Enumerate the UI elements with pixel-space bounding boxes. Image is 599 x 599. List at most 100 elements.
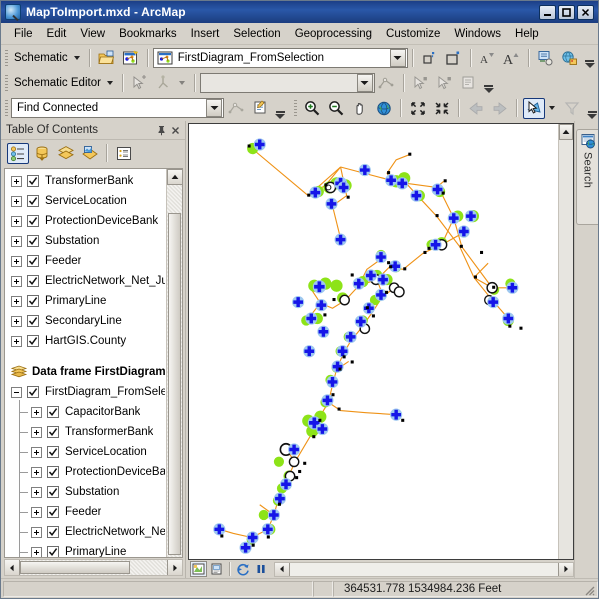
close-icon[interactable] xyxy=(168,123,182,137)
layer-visibility-checkbox[interactable] xyxy=(27,335,39,347)
go-forward-extent-icon[interactable] xyxy=(489,98,511,119)
schematic-diagram-canvas[interactable] xyxy=(189,124,573,559)
expand-icon[interactable] xyxy=(31,526,42,538)
toc-vertical-scrollbar[interactable] xyxy=(166,169,182,557)
toc-sublayer-primaryline[interactable]: PrimaryLine xyxy=(5,542,165,557)
layer-visibility-checkbox[interactable] xyxy=(27,215,39,227)
trace-solve-icon[interactable] xyxy=(225,98,247,119)
menu-item-edit[interactable]: Edit xyxy=(40,25,74,43)
toc-scroll-right-button[interactable] xyxy=(167,560,182,575)
schematic-traces-icon[interactable] xyxy=(535,47,557,68)
expand-icon[interactable] xyxy=(11,175,22,187)
toolbar-overflow-button[interactable] xyxy=(586,98,598,119)
layer-visibility-checkbox[interactable] xyxy=(47,466,59,478)
collapse-icon[interactable] xyxy=(11,386,22,398)
toc-sublayer-protectiondevicebank[interactable]: ProtectionDeviceBan xyxy=(5,462,165,482)
decrease-schematic-text-size-icon[interactable]: A xyxy=(477,47,499,68)
layer-visibility-checkbox[interactable] xyxy=(27,295,39,307)
zoom-to-active-diagram-extent-icon[interactable] xyxy=(443,47,465,68)
toc-sublayer-servicelocation[interactable]: ServiceLocation xyxy=(5,442,165,462)
menu-item-customize[interactable]: Customize xyxy=(379,25,447,43)
zoom-in-icon[interactable] xyxy=(301,98,323,119)
toc-layer-feeder[interactable]: Feeder xyxy=(5,251,165,271)
fixed-zoom-in-icon[interactable] xyxy=(407,98,429,119)
expand-icon[interactable] xyxy=(31,486,42,498)
toc-scroll-track[interactable] xyxy=(167,185,182,557)
map-data-frame[interactable] xyxy=(188,123,574,560)
toolbar-overflow-button[interactable] xyxy=(584,47,596,68)
schematic-link-tool-icon[interactable] xyxy=(376,72,398,93)
toc-hscroll-track[interactable] xyxy=(20,560,167,575)
toc-scroll-thumb[interactable] xyxy=(168,213,181,555)
schematic-menu-caret-icon[interactable] xyxy=(73,55,80,60)
data-view-icon[interactable] xyxy=(190,561,207,577)
toc-scroll-up-button[interactable] xyxy=(167,169,182,185)
schematic-select-features-icon[interactable] xyxy=(129,72,151,93)
map-hscroll-track[interactable] xyxy=(290,563,558,576)
pin-icon[interactable] xyxy=(154,123,168,137)
toc-layer-transformerbank[interactable]: TransformerBank xyxy=(5,171,165,191)
toc-scroll-left-button[interactable] xyxy=(5,560,20,575)
toc-layer-hartgis-county[interactable]: HartGIS.County xyxy=(5,331,165,351)
zoom-to-selected-schematic-features-icon[interactable] xyxy=(419,47,441,68)
resize-grip[interactable] xyxy=(582,583,596,597)
layer-visibility-checkbox[interactable] xyxy=(47,526,59,538)
toolbar-grip[interactable] xyxy=(5,74,8,91)
expand-icon[interactable] xyxy=(11,315,22,327)
trace-task-combo-chevron-down-icon[interactable] xyxy=(206,99,222,117)
expand-icon[interactable] xyxy=(11,335,22,347)
pause-drawing-icon[interactable] xyxy=(252,561,269,577)
menu-item-insert[interactable]: Insert xyxy=(184,25,227,43)
increase-schematic-text-size-icon[interactable]: A xyxy=(501,47,523,68)
create-new-schematic-diagram-icon[interactable] xyxy=(120,47,142,68)
expand-icon[interactable] xyxy=(31,466,42,478)
toolbar-grip[interactable] xyxy=(294,100,297,116)
toc-sublayer-feeder[interactable]: Feeder xyxy=(5,502,165,522)
expand-icon[interactable] xyxy=(11,235,22,247)
toc-sublayer-substation[interactable]: Substation xyxy=(5,482,165,502)
toc-layer-substation[interactable]: Substation xyxy=(5,231,165,251)
map-horizontal-scrollbar[interactable] xyxy=(274,561,574,577)
full-extent-icon[interactable] xyxy=(373,98,395,119)
layer-visibility-checkbox[interactable] xyxy=(47,406,59,418)
toc-layer-list[interactable]: TransformerBank ServiceLocation Protecti… xyxy=(4,168,183,558)
minimize-button[interactable] xyxy=(539,4,556,20)
toc-layer-servicelocation[interactable]: ServiceLocation xyxy=(5,191,165,211)
schematic-dataset-properties-icon[interactable] xyxy=(559,47,581,68)
expand-icon[interactable] xyxy=(11,295,22,307)
close-button[interactable] xyxy=(577,4,594,20)
expand-icon[interactable] xyxy=(31,406,42,418)
toc-sublayer-electricnetwork-net[interactable]: ElectricNetwork_Net_ xyxy=(5,522,165,542)
trace-properties-icon[interactable] xyxy=(249,98,271,119)
menu-item-help[interactable]: Help xyxy=(508,25,546,43)
layer-visibility-checkbox[interactable] xyxy=(47,506,59,518)
schematic-editor-menu-label[interactable]: Schematic Editor xyxy=(11,75,104,91)
expand-icon[interactable] xyxy=(31,506,42,518)
schematic-task-combo[interactable] xyxy=(199,72,375,93)
list-by-drawing-order-icon[interactable] xyxy=(7,142,29,164)
expand-icon[interactable] xyxy=(11,255,22,267)
select-features-caret-icon[interactable] xyxy=(549,106,555,110)
expand-icon[interactable] xyxy=(31,546,42,557)
layer-visibility-checkbox[interactable] xyxy=(47,486,59,498)
expand-icon[interactable] xyxy=(31,426,42,438)
layer-visibility-checkbox[interactable] xyxy=(47,546,59,557)
menu-item-file[interactable]: File xyxy=(7,25,40,43)
toc-group-firstdiagram-fromselection[interactable]: FirstDiagram_FromSelect xyxy=(5,382,165,402)
schematic-attributes-icon[interactable] xyxy=(458,72,480,93)
toc-data-frame[interactable]: Data frame FirstDiagram xyxy=(5,361,165,382)
list-by-source-icon[interactable] xyxy=(31,143,53,164)
expand-icon[interactable] xyxy=(11,215,22,227)
expand-icon[interactable] xyxy=(31,446,42,458)
menu-item-windows[interactable]: Windows xyxy=(447,25,508,43)
expand-icon[interactable] xyxy=(11,195,22,207)
toc-options-icon[interactable] xyxy=(113,143,135,164)
schematic-task-combo-chevron-down-icon[interactable] xyxy=(356,73,373,92)
layer-visibility-checkbox[interactable] xyxy=(27,235,39,247)
schematic-select-by-link-icon[interactable] xyxy=(434,72,456,93)
toc-layer-protectiondevicebank[interactable]: ProtectionDeviceBank xyxy=(5,211,165,231)
schematic-menu-label[interactable]: Schematic xyxy=(11,50,71,66)
select-features-icon[interactable] xyxy=(523,97,545,119)
menu-item-selection[interactable]: Selection xyxy=(226,25,287,43)
go-back-extent-icon[interactable] xyxy=(465,98,487,119)
